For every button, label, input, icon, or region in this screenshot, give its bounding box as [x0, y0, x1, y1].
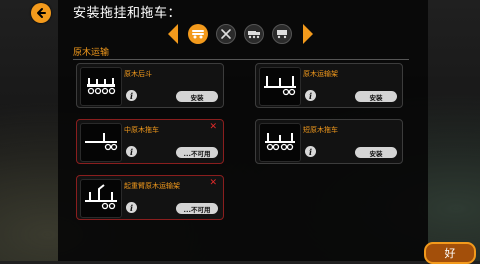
crane-log-rack-icon — [85, 184, 117, 210]
install-button[interactable]: 安装 — [355, 91, 397, 102]
trailer-card[interactable]: 原木后斗 i 安装 — [76, 63, 224, 108]
tab-truck-trailer[interactable] — [244, 24, 264, 44]
chevron-right-icon — [303, 24, 313, 44]
tools-icon — [221, 29, 231, 39]
unavailable-mark-icon: ✕ — [209, 122, 217, 132]
chevron-left-icon — [168, 24, 178, 44]
install-button[interactable]: 安装 — [355, 147, 397, 158]
info-button[interactable]: i — [305, 90, 316, 101]
tab-log-transport[interactable] — [188, 24, 208, 44]
trailer-card[interactable]: 起重臂原木运输架 ✕ i ...不可用 — [76, 175, 224, 220]
cargo-trailer-icon — [277, 30, 287, 39]
section-divider — [73, 59, 409, 60]
unavailable-button[interactable]: ...不可用 — [176, 147, 218, 158]
trailer-thumbnail — [259, 67, 301, 106]
section-title: 原木运输 — [73, 48, 110, 58]
trailer-name: 中原木拖车 — [124, 126, 159, 134]
unavailable-button[interactable]: ...不可用 — [176, 203, 218, 214]
trailer-name: 原木运输架 — [303, 70, 338, 78]
trailer-thumbnail — [80, 67, 122, 106]
trailer-name: 短原木拖车 — [303, 126, 338, 134]
page-title: 安装拖挂和拖车： — [73, 6, 182, 21]
info-button[interactable]: i — [305, 146, 316, 157]
medium-log-trailer-icon — [85, 133, 118, 151]
back-button[interactable] — [31, 3, 51, 23]
trailer-thumbnail — [80, 179, 122, 218]
truck-trailer-icon — [248, 31, 260, 39]
log-rack-icon — [264, 76, 296, 96]
tab-next-arrow[interactable] — [301, 23, 315, 45]
short-log-trailer-icon — [265, 133, 295, 151]
info-button[interactable]: i — [126, 202, 137, 213]
trailer-name: 起重臂原木运输架 — [124, 182, 180, 190]
log-cart-icon — [87, 78, 116, 95]
install-button[interactable]: 安装 — [176, 91, 218, 102]
trailer-card[interactable]: 短原木拖车 i 安装 — [255, 119, 403, 164]
tab-prev-arrow[interactable] — [166, 23, 180, 45]
trailer-thumbnail — [80, 123, 122, 162]
trailer-card[interactable]: 原木运输架 i 安装 — [255, 63, 403, 108]
unavailable-mark-icon: ✕ — [209, 178, 217, 188]
tab-cargo-trailer[interactable] — [272, 24, 292, 44]
info-button[interactable]: i — [126, 90, 137, 101]
trailer-name: 原木后斗 — [124, 70, 152, 78]
trailer-thumbnail — [259, 123, 301, 162]
trailer-card[interactable]: 中原木拖车 ✕ i ...不可用 — [76, 119, 224, 164]
tab-tools[interactable] — [216, 24, 236, 44]
info-button[interactable]: i — [126, 146, 137, 157]
back-arrow-icon — [37, 8, 46, 18]
log-trailer-icon — [192, 30, 204, 39]
